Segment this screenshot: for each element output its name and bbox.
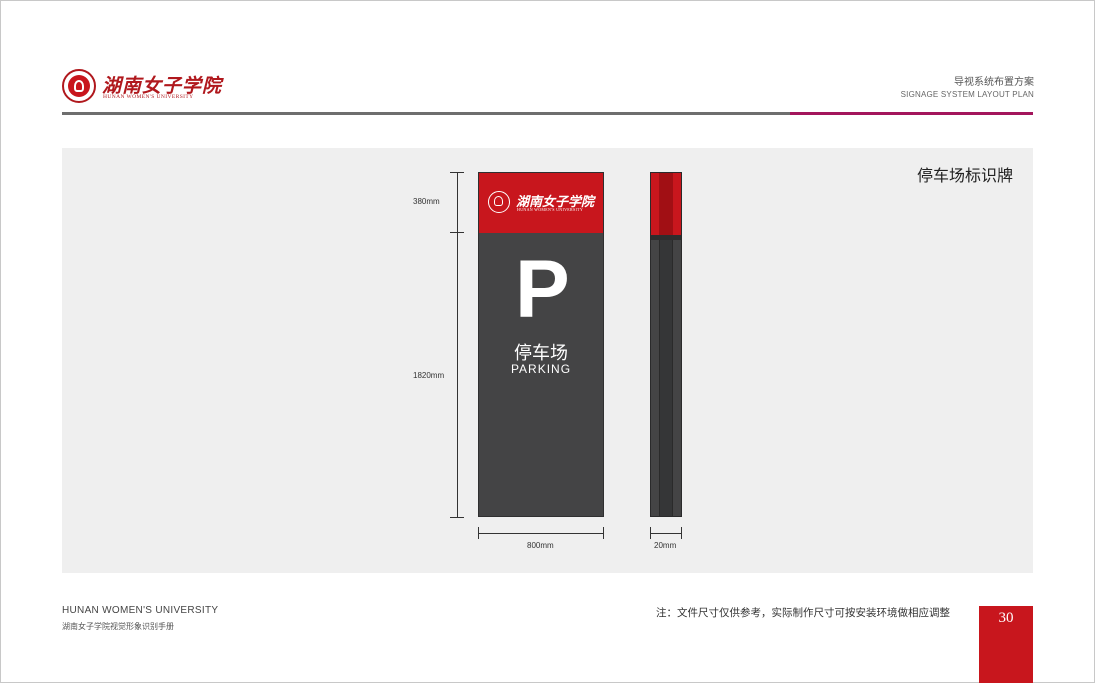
depth-label: 20mm [654, 541, 677, 550]
logo-name-en: HUNAN WOMEN'S UNIVERSITY [103, 94, 194, 100]
page-number: 30 [998, 610, 1014, 626]
depth-dimension-line [650, 533, 682, 534]
section-title-en: SIGNAGE SYSTEM LAYOUT PLAN [900, 90, 1034, 99]
sign-seal-icon [488, 191, 510, 213]
body-height-label: 1820mm [413, 371, 445, 380]
footer-university-en: HUNAN WOMEN'S UNIVERSITY [62, 605, 219, 616]
dimension-tick [478, 527, 479, 539]
sign-header-band: 湖南女子学院 HUNAN WOMEN'S UNIVERSITY [479, 173, 603, 233]
dimension-tick [450, 517, 464, 518]
side-core [659, 240, 673, 516]
width-label: 800mm [527, 541, 554, 550]
parking-sign-side-view [650, 172, 682, 517]
dimension-tick [603, 527, 604, 539]
sign-label-en: PARKING [510, 362, 572, 376]
dimension-tick [650, 527, 651, 539]
university-seal-icon [62, 69, 96, 103]
height-dimension-line [457, 172, 458, 518]
dimension-tick [450, 172, 464, 173]
section-title: 导视系统布置方案 SIGNAGE SYSTEM LAYOUT PLAN [901, 77, 1034, 100]
dimension-tick [681, 527, 682, 539]
dimension-tick [450, 232, 464, 233]
parking-p-symbol: P [515, 244, 570, 335]
panel-title: 停车场标识牌 [916, 168, 1013, 185]
parking-sign-front-view: 湖南女子学院 HUNAN WOMEN'S UNIVERSITY P 停车场 PA… [478, 172, 604, 517]
header-divider-gray [62, 112, 790, 115]
head-height-label: 380mm [413, 197, 440, 206]
section-title-cn: 导视系统布置方案 [954, 77, 1034, 88]
sign-logo: 湖南女子学院 HUNAN WOMEN'S UNIVERSITY [488, 191, 598, 215]
sign-logo-en: HUNAN WOMEN'S UNIVERSITY [517, 207, 584, 212]
university-logo: 湖南女子学院 HUNAN WOMEN'S UNIVERSITY [62, 69, 221, 105]
side-header-red [651, 173, 681, 235]
width-dimension-line [478, 533, 604, 534]
footer-manual-cn: 湖南女子学院视觉形象识别手册 [62, 622, 174, 631]
header-divider-accent [790, 112, 1033, 115]
footer-note: 注：文件尺寸仅供参考，实际制作尺寸可按安装环境做相应调整 [656, 607, 950, 619]
page-number-box: 30 [979, 606, 1033, 683]
